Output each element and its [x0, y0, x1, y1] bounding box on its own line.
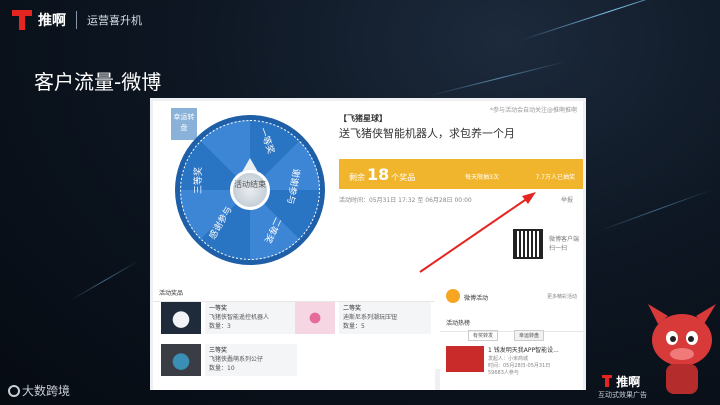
annotation-arrow [419, 192, 536, 273]
footer-brand: 推啊 [602, 373, 640, 390]
tuia-logo-icon [602, 375, 612, 387]
dsk-logo-icon [8, 385, 20, 397]
footer-source: 大数跨境 [8, 382, 70, 399]
footer-brand-sub: 互动式效果广告 [598, 391, 647, 399]
mascot-icon [648, 304, 716, 394]
